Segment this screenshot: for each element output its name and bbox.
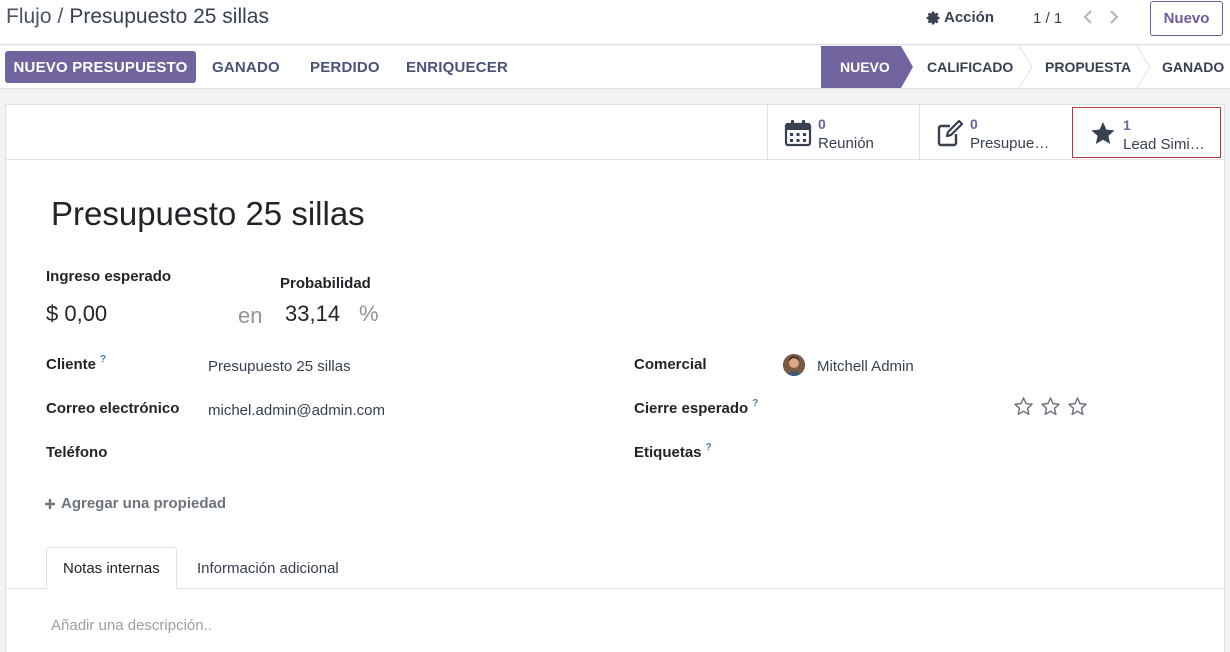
chevron-left-icon — [1083, 10, 1092, 24]
stage-qualified[interactable]: CALIFICADO — [927, 46, 1013, 88]
pager-value[interactable]: 1 / 1 — [1033, 10, 1062, 27]
tab-additional-info[interactable]: Información adicional — [181, 547, 355, 589]
control-panel: Flujo / Presupuesto 25 sillas Acción 1 / 1… — [0, 0, 1230, 45]
quotations-smart-button[interactable]: 0 Presupue… — [919, 105, 1072, 160]
enrich-button[interactable]: ENRIQUECER — [406, 59, 508, 76]
help-tooltip-icon[interactable]: ? — [100, 354, 106, 365]
similar-leads-count: 1 — [1123, 117, 1131, 133]
star-outline-icon[interactable] — [1040, 396, 1061, 417]
stage-proposal[interactable]: PROPUESTA — [1045, 46, 1131, 88]
calendar-icon — [784, 120, 812, 147]
quotations-count: 0 — [970, 116, 978, 132]
won-button[interactable]: GANADO — [212, 59, 280, 76]
statusbar: NUEVO PRESUPUESTO GANADO PERDIDO ENRIQUE… — [0, 46, 1230, 89]
percent-sign: % — [359, 301, 379, 326]
tags-label: Etiquetas? — [634, 442, 712, 461]
stage-new[interactable]: NUEVO — [840, 46, 890, 88]
similar-leads-smart-button[interactable]: 1 Lead Simi… — [1072, 107, 1221, 158]
customer-field[interactable]: Presupuesto 25 sillas — [208, 358, 351, 375]
action-label: Acción — [944, 9, 995, 26]
breadcrumb-current: Presupuesto 25 sillas — [69, 5, 269, 28]
avatar — [783, 354, 805, 376]
tags-label-text: Etiquetas — [634, 444, 702, 461]
expected-closing-label-text: Cierre esperado — [634, 400, 749, 417]
customer-label-text: Cliente — [46, 356, 97, 373]
pager-next-button[interactable] — [1105, 7, 1123, 27]
priority-stars — [1013, 396, 1088, 417]
expected-closing-label: Cierre esperado? — [634, 398, 758, 417]
similar-leads-label: Lead Simi… — [1123, 136, 1205, 153]
plus-icon — [45, 498, 55, 509]
edit-icon — [937, 119, 964, 147]
tab-internal-notes[interactable]: Notas internas — [46, 547, 177, 589]
star-outline-icon[interactable] — [1067, 396, 1088, 417]
meetings-count: 0 — [818, 116, 826, 132]
meetings-smart-button[interactable]: 0 Reunión — [767, 105, 919, 160]
chevron-right-icon — [1110, 10, 1119, 24]
star-icon — [1091, 122, 1115, 144]
currency-in-text: en — [238, 303, 263, 328]
breadcrumb-separator: / — [57, 5, 64, 28]
probability-field[interactable]: 33,14 — [285, 301, 340, 327]
lost-button[interactable]: PERDIDO — [310, 59, 380, 76]
breadcrumb-parent-link[interactable]: Flujo — [6, 5, 52, 28]
help-tooltip-icon[interactable]: ? — [706, 442, 712, 453]
customer-label: Cliente? — [46, 354, 106, 373]
pager-previous-button[interactable] — [1079, 7, 1097, 27]
quotations-label: Presupue… — [970, 135, 1050, 152]
stage-pipeline: NUEVO CALIFICADO PROPUESTA GANADO — [821, 46, 1230, 88]
form-sheet: 0 Reunión 0 Presupue… 1 Lead Simi… Presu… — [5, 104, 1225, 652]
stage-won[interactable]: GANADO — [1162, 46, 1224, 88]
probability-label: Probabilidad — [280, 275, 371, 292]
smart-button-box: 0 Reunión 0 Presupue… 1 Lead Simi… — [6, 105, 1224, 160]
add-property-label: Agregar una propiedad — [61, 495, 227, 512]
new-record-button[interactable]: Nuevo — [1150, 1, 1223, 36]
email-label: Correo electrónico — [46, 400, 180, 417]
new-quotation-button[interactable]: NUEVO PRESUPUESTO — [5, 51, 196, 83]
email-field[interactable]: michel.admin@admin.com — [208, 402, 385, 419]
user-avatar-image — [783, 354, 805, 376]
action-menu-button[interactable]: Acción — [926, 9, 994, 26]
description-editor[interactable]: Añadir una descripción.. — [51, 617, 212, 634]
expected-revenue-label: Ingreso esperado — [46, 268, 172, 285]
add-property-button[interactable]: Agregar una propiedad — [44, 495, 226, 512]
record-title[interactable]: Presupuesto 25 sillas — [51, 195, 365, 233]
notebook-tabs: Notas internas Información adicional — [6, 547, 1224, 589]
salesperson-label: Comercial — [634, 356, 707, 373]
breadcrumb: Flujo / Presupuesto 25 sillas — [6, 5, 269, 29]
expected-revenue-field[interactable]: $ 0,00 — [46, 301, 107, 327]
salesperson-field[interactable]: Mitchell Admin — [817, 358, 914, 375]
phone-label: Teléfono — [46, 444, 108, 461]
gear-icon — [926, 11, 940, 24]
star-outline-icon[interactable] — [1013, 396, 1034, 417]
help-tooltip-icon[interactable]: ? — [752, 398, 758, 409]
meetings-label: Reunión — [818, 135, 874, 152]
